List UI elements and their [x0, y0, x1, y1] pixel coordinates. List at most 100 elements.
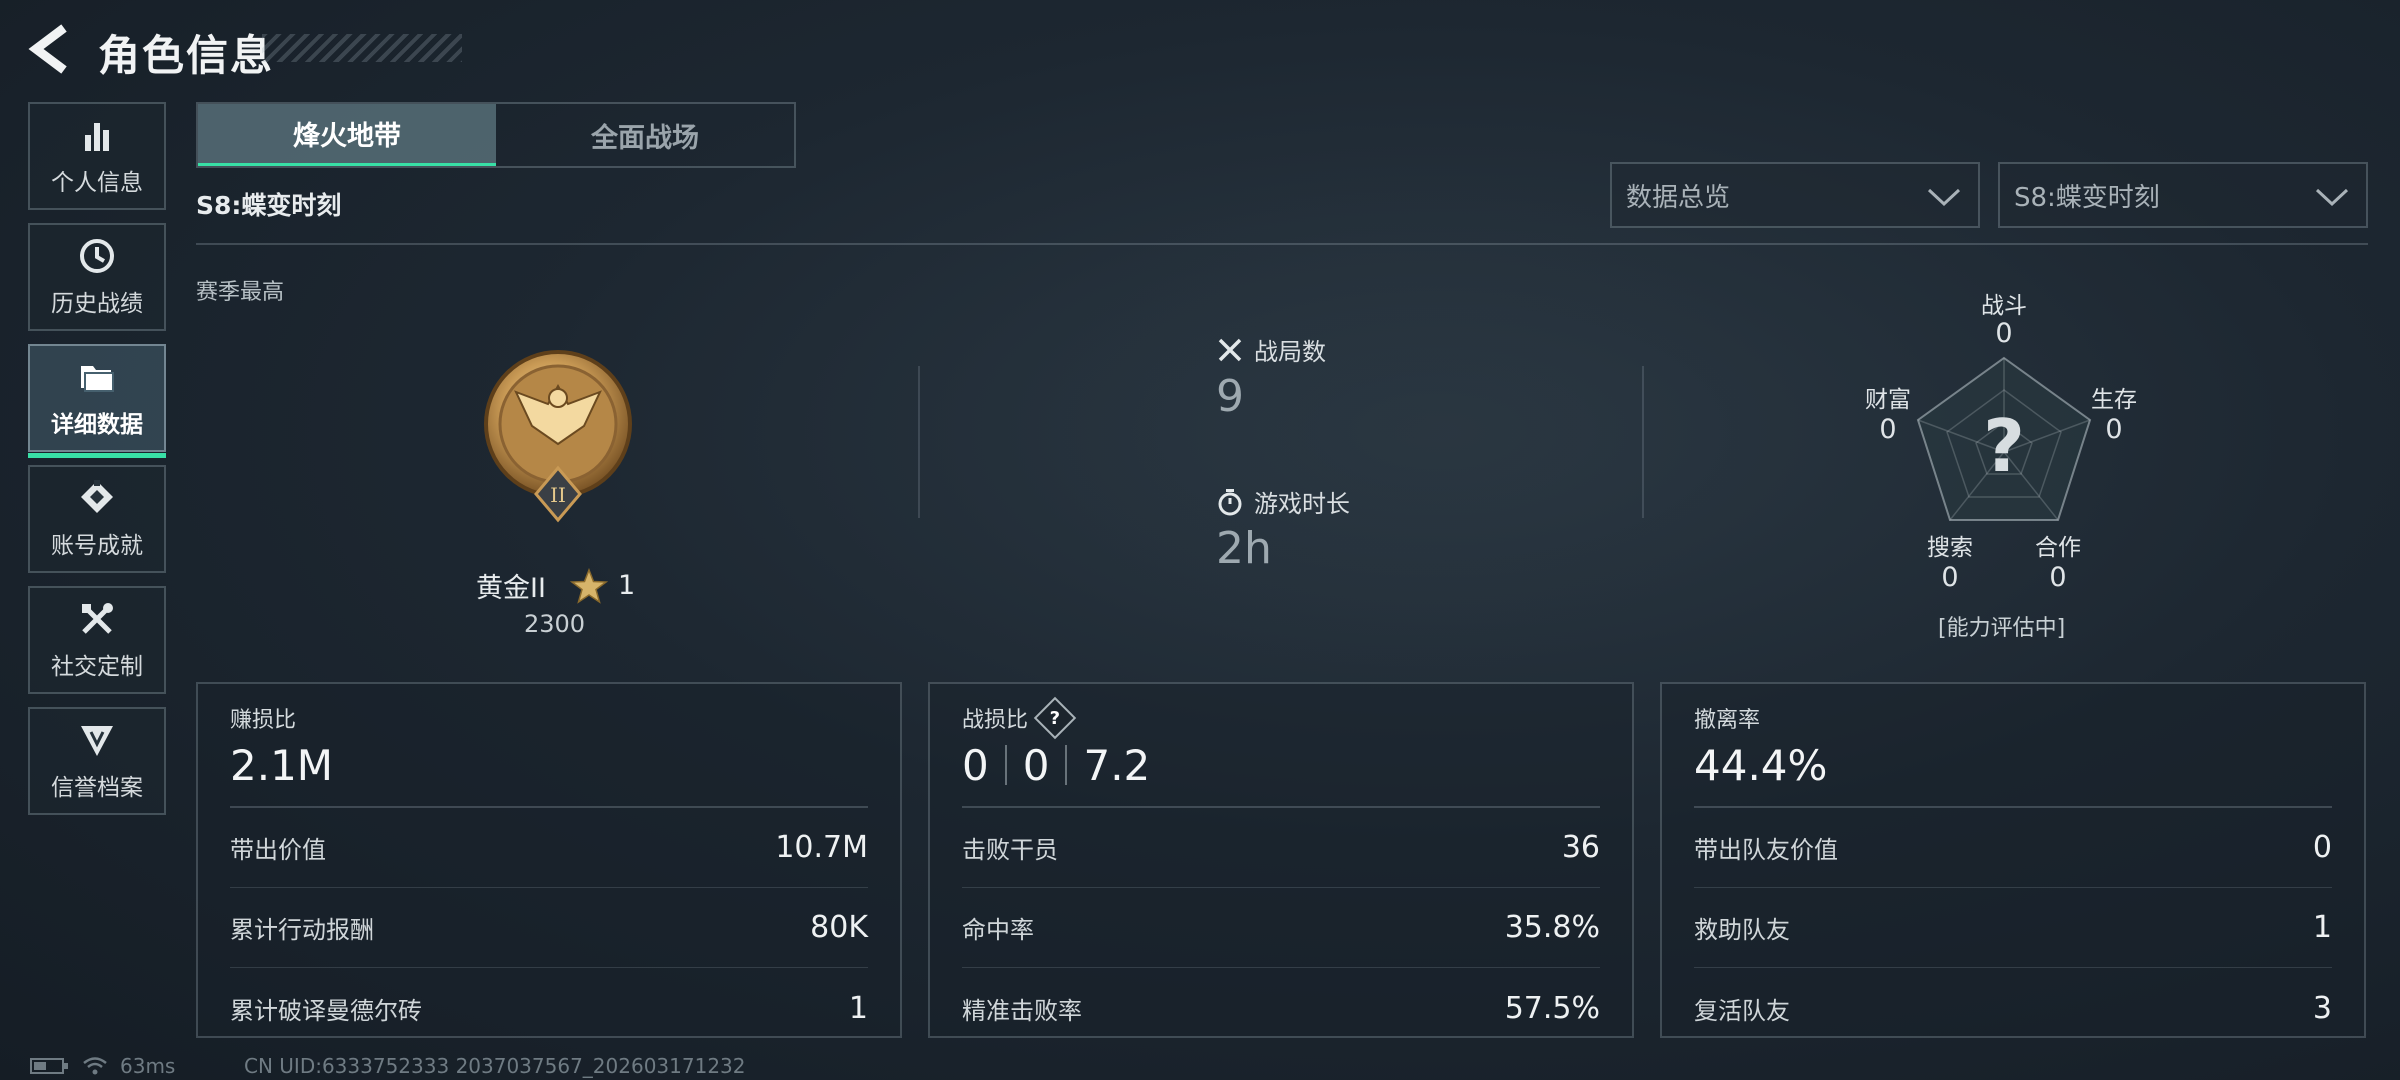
radar-value-survival: 0 [2105, 414, 2123, 445]
sidebar-item-label: 个人信息 [51, 170, 143, 196]
bar-chart-icon [85, 123, 109, 151]
row-value: 1 [2312, 910, 2332, 945]
sidebar-item-personal-info[interactable]: 个人信息 [28, 102, 166, 210]
table-row: 救助队友 1 [1694, 888, 2332, 968]
row-value: 36 [1561, 830, 1600, 865]
card-label: 战损比 [962, 708, 1029, 733]
chevron-down-icon [2315, 188, 2349, 207]
table-row: 带出队友价值 0 [1694, 808, 2332, 888]
radar-value-cooperation: 0 [2049, 562, 2067, 593]
rank-stars: 1 [617, 570, 636, 601]
sidebar-item-social[interactable]: 社交定制 [28, 586, 166, 694]
back-arrow-icon [28, 24, 67, 74]
sidebar-item-detailed-data[interactable]: 详细数据 [28, 344, 166, 458]
status-bar: 63ms [30, 1054, 175, 1078]
clock-icon [80, 239, 114, 273]
row-label: 命中率 [962, 916, 1034, 944]
sidebar-item-label: 详细数据 [51, 412, 143, 438]
radar-label-search: 搜索 [1927, 535, 1973, 561]
back-button[interactable] [28, 24, 72, 74]
achievement-icon [81, 480, 113, 513]
medal-numeral: II [550, 483, 566, 507]
row-label: 带出价值 [230, 836, 326, 864]
divider [1004, 745, 1007, 785]
table-row: 累计破译曼德尔砖 1 [230, 968, 868, 1048]
table-row: 击败干员 36 [962, 808, 1600, 888]
radar-label-survival: 生存 [2091, 387, 2137, 413]
sidebar-item-achievements[interactable]: 账号成就 [28, 465, 166, 573]
season-label: S8:蝶变时刻 [196, 191, 342, 220]
card-value: 44.4% [1694, 740, 1828, 790]
row-value: 0 [2312, 830, 2332, 865]
radar-label-combat: 战斗 [1981, 293, 2027, 319]
tab-warfire-zone[interactable]: 烽火地带 [198, 104, 496, 166]
kd-value-2: 0 [1022, 740, 1050, 790]
shield-icon [81, 726, 113, 756]
table-row: 带出价值 10.7M [230, 808, 868, 888]
card-value: 2.1M [230, 740, 334, 790]
season-dropdown[interactable]: S8:蝶变时刻 [1998, 162, 2368, 228]
radar-unknown-symbol: ? [1983, 404, 2025, 488]
divider [196, 243, 2368, 245]
sidebar-item-history[interactable]: 历史战绩 [28, 223, 166, 331]
divider [1642, 366, 1644, 518]
radar-value-combat: 0 [1995, 318, 2013, 349]
row-label: 救助队友 [1694, 916, 1790, 944]
wifi-icon [83, 1057, 107, 1075]
tools-icon [82, 603, 113, 634]
rank-medal-icon: II [484, 350, 632, 523]
row-value: 35.8% [1504, 910, 1600, 945]
row-value: 3 [2312, 990, 2332, 1026]
dropdown-value: 数据总览 [1626, 182, 1731, 213]
chevron-down-icon [1927, 188, 1961, 207]
row-value: 10.7M [775, 830, 868, 865]
radar-value-search: 0 [1941, 562, 1959, 593]
tab-full-battlefield[interactable]: 全面战场 [496, 104, 794, 166]
playtime-label: 游戏时长 [1254, 490, 1350, 518]
title-decoration [262, 34, 462, 62]
radar-label-cooperation: 合作 [2035, 535, 2081, 561]
card-label: 撤离率 [1694, 708, 1761, 733]
row-label: 复活队友 [1694, 996, 1790, 1025]
games-label: 战局数 [1254, 338, 1326, 366]
user-uid: CN UID:6333752333 2037037567_20260317123… [244, 1054, 746, 1078]
row-label: 累计破译曼德尔砖 [230, 996, 422, 1025]
kd-value-3: 7.2 [1083, 740, 1151, 790]
star-icon [569, 567, 608, 604]
profit-card: 赚损比 2.1M 带出价值 10.7M 累计行动报酬 80K 累计破译曼德尔砖 … [196, 682, 902, 1038]
extract-card: 撤离率 44.4% 带出队友价值 0 救助队友 1 复活队友 3 [1660, 682, 2366, 1038]
stopwatch-icon [1218, 488, 1242, 515]
ability-radar: 战斗 0 生存 0 合作 0 搜索 0 财富 0 ? [1858, 293, 2158, 593]
kd-value-1: 0 [962, 740, 989, 790]
rank-name: 黄金II [476, 573, 546, 604]
sidebar-item-label: 信誉档案 [51, 775, 143, 801]
data-type-dropdown[interactable]: 数据总览 [1610, 162, 1980, 228]
rank-score: 2300 [524, 610, 586, 638]
radar-status-note: [能力评估中] [1938, 616, 2066, 641]
row-value: 57.5% [1504, 990, 1600, 1026]
divider [918, 366, 920, 518]
help-icon[interactable]: ? [1033, 696, 1077, 740]
row-label: 带出队友价值 [1694, 836, 1838, 864]
games-value: 9 [1216, 371, 1244, 422]
folder-icon [81, 366, 114, 392]
season-best-label: 赛季最高 [196, 280, 285, 305]
mode-tabs: 烽火地带 全面战场 [196, 102, 796, 168]
row-value: 80K [810, 910, 868, 945]
rank-info: 黄金II 1 [476, 566, 635, 605]
kd-card: 战损比 ? 0 0 7.2 击败干员 36 命中率 35.8% 精准击败率 57… [928, 682, 1634, 1038]
playtime-value: 2h [1216, 523, 1272, 574]
playtime-stat: 游戏时长 2h [1216, 484, 1350, 574]
table-row: 命中率 35.8% [962, 888, 1600, 968]
sidebar-item-credit[interactable]: 信誉档案 [28, 707, 166, 815]
ping-value: 63ms [120, 1054, 176, 1078]
table-row: 复活队友 3 [1694, 968, 2332, 1048]
sidebar-item-label: 账号成就 [51, 533, 143, 559]
row-value: 1 [848, 990, 868, 1026]
battery-icon [30, 1058, 68, 1074]
sidebar-item-label: 历史战绩 [51, 291, 143, 317]
radar-label-wealth: 财富 [1865, 387, 1911, 413]
dropdown-value: S8:蝶变时刻 [2014, 182, 2160, 213]
games-stat: 战局数 9 [1216, 332, 1326, 422]
kd-values: 0 0 7.2 [962, 738, 1600, 792]
